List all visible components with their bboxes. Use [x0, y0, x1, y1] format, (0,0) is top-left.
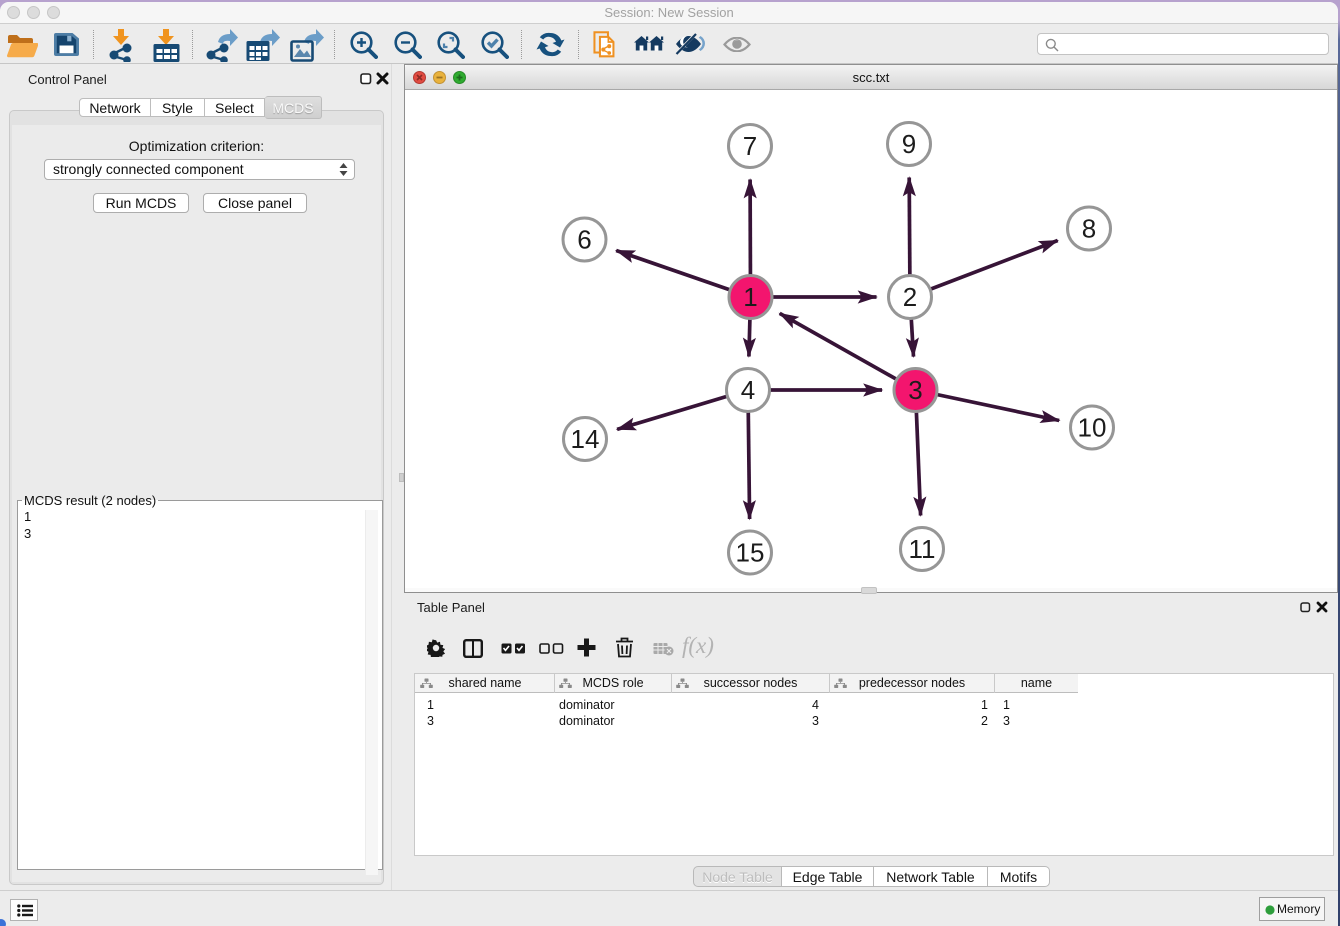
svg-text:11: 11 — [909, 534, 936, 564]
svg-text:1: 1 — [743, 282, 757, 312]
svg-text:2: 2 — [903, 282, 917, 312]
svg-text:7: 7 — [743, 131, 757, 161]
svg-text:4: 4 — [741, 375, 755, 405]
svg-text:3: 3 — [908, 375, 922, 405]
svg-text:14: 14 — [571, 424, 600, 454]
svg-text:6: 6 — [577, 225, 591, 255]
svg-text:8: 8 — [1082, 214, 1096, 244]
svg-text:9: 9 — [902, 129, 916, 159]
svg-text:10: 10 — [1078, 413, 1107, 443]
svg-text:15: 15 — [736, 538, 765, 568]
